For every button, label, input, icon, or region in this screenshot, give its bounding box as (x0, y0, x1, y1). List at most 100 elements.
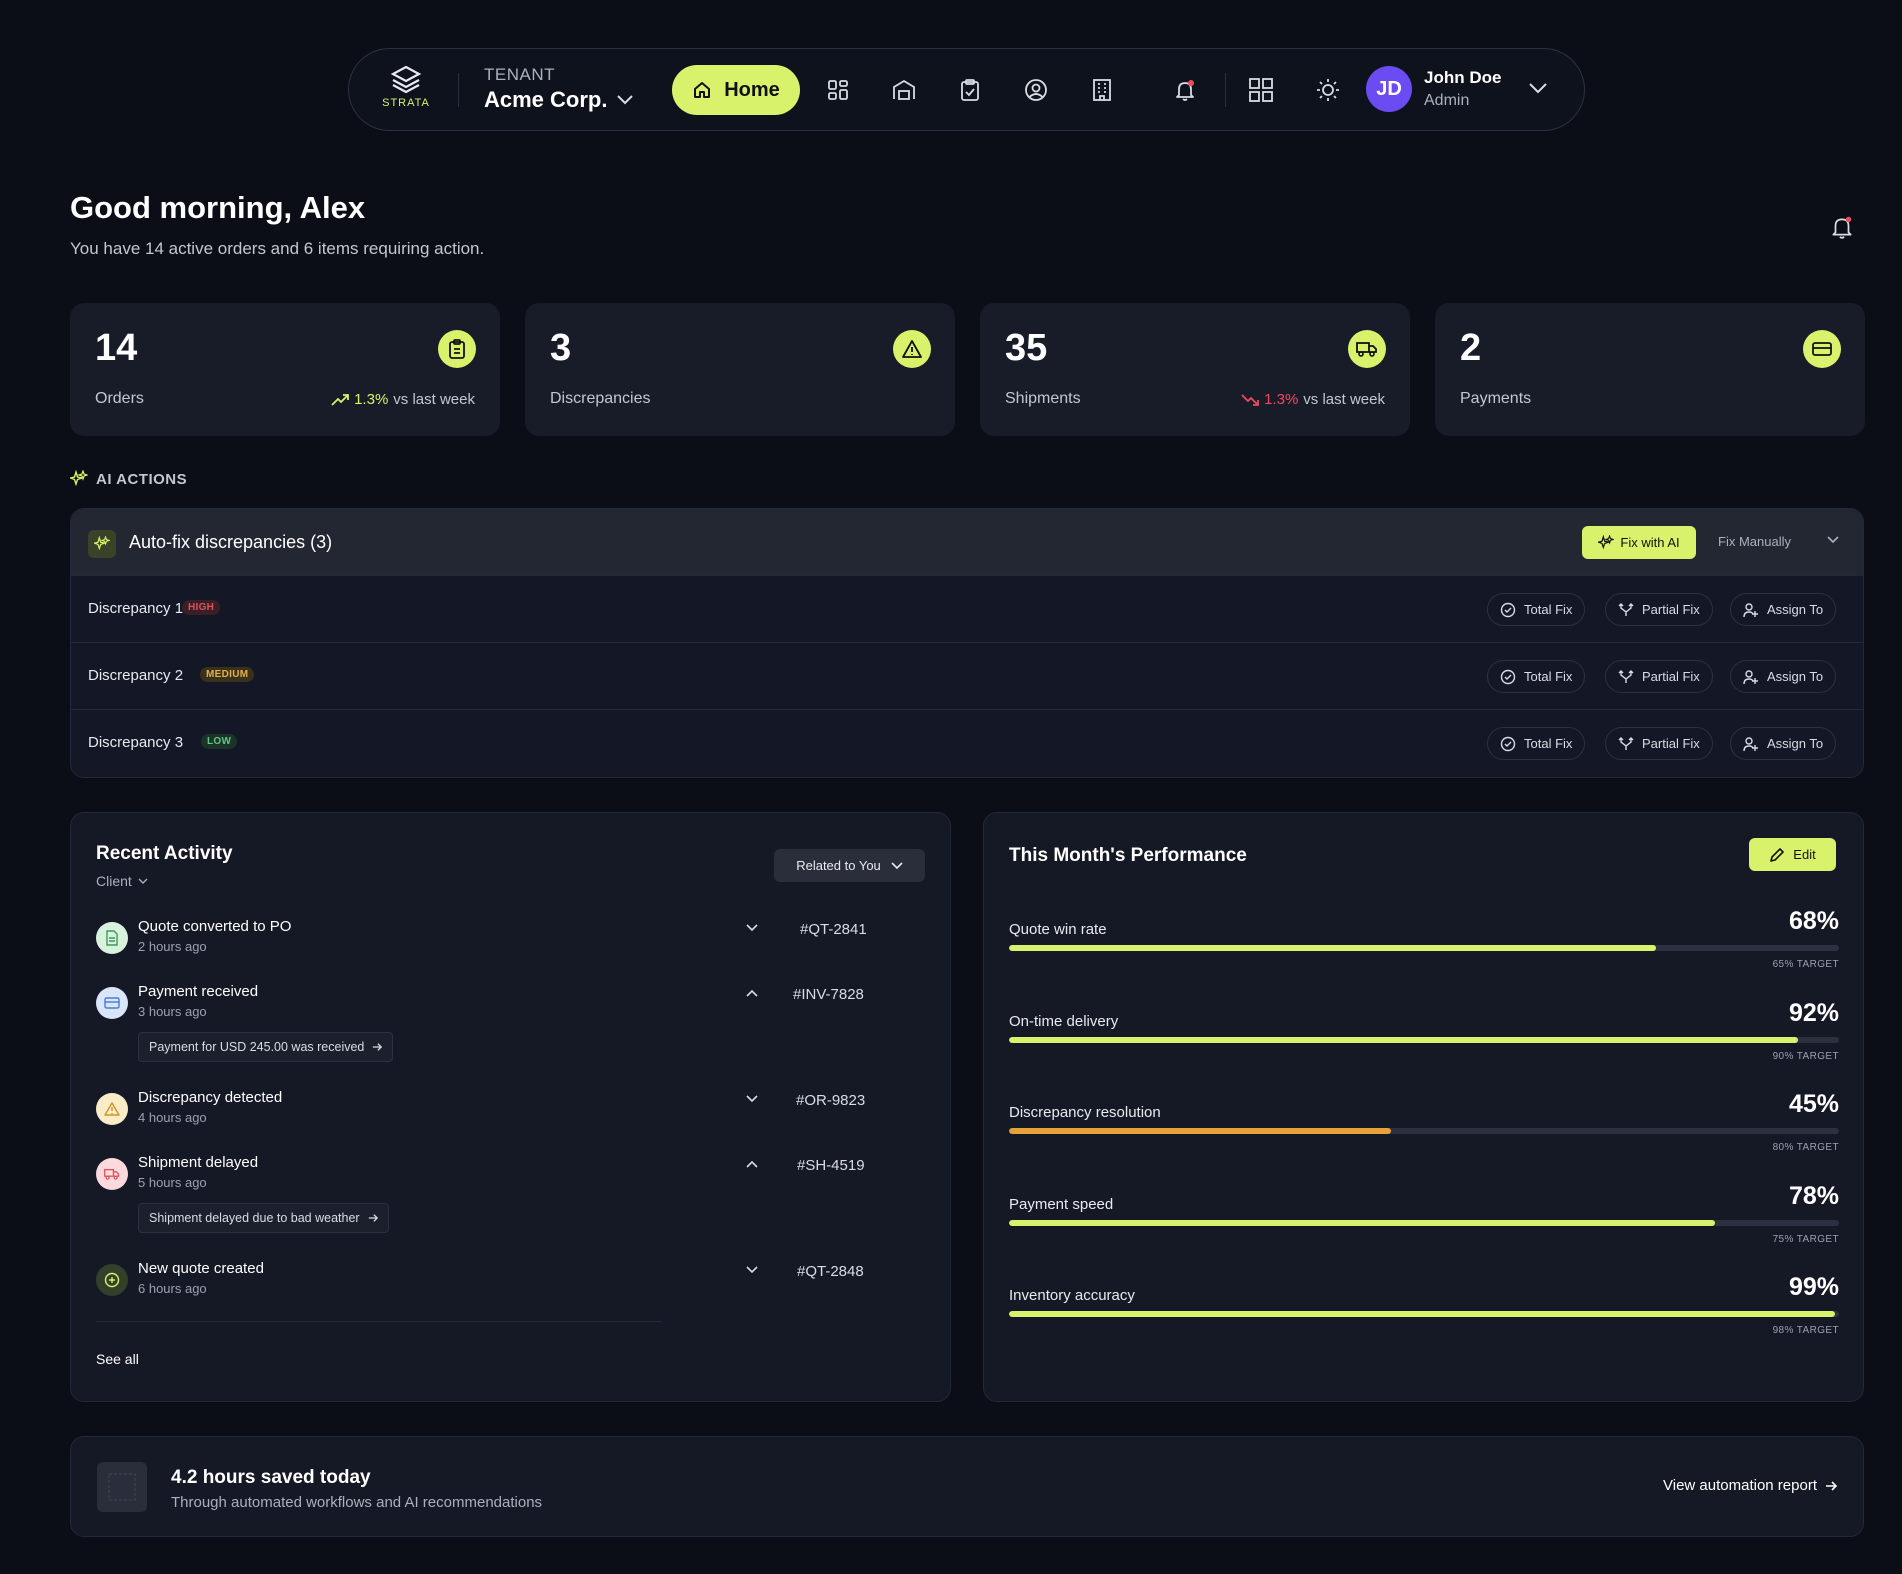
chevron-down-icon (891, 861, 903, 869)
assign-to-button[interactable]: Assign To (1730, 660, 1837, 693)
chevron-up-icon[interactable] (746, 1160, 758, 1168)
chevron-down-icon[interactable] (1827, 536, 1839, 544)
sun-icon[interactable] (1311, 73, 1345, 107)
see-all-link[interactable]: See all (96, 1351, 139, 1367)
bell-icon[interactable] (1168, 73, 1202, 107)
performance-metric: On-time delivery 92% 90% TARGET (1009, 995, 1839, 1075)
trend-down-icon (1241, 393, 1259, 406)
trend-suffix: vs last week (393, 391, 475, 408)
activity-reference[interactable]: #SH-4519 (797, 1157, 865, 1174)
nav-divider (458, 73, 459, 107)
activity-item[interactable]: New quote created 6 hours ago #QT-2848 (96, 1260, 926, 1300)
strata-logo-icon (390, 65, 422, 94)
activity-note[interactable]: Shipment delayed due to bad weather (138, 1203, 389, 1233)
activity-item[interactable]: Quote converted to PO 2 hours ago #QT-28… (96, 918, 926, 958)
metric-progress-track (1009, 1036, 1839, 1043)
activity-item[interactable]: Payment received 3 hours ago #INV-7828 P… (96, 983, 926, 1065)
discrepancy-name: Discrepancy 2 (88, 667, 184, 684)
activity-reference[interactable]: #QT-2841 (800, 921, 867, 938)
apps-grid-icon[interactable] (1244, 73, 1278, 107)
metric-target: 80% TARGET (1772, 1142, 1839, 1153)
building-icon[interactable] (1085, 73, 1119, 107)
activity-note[interactable]: Payment for USD 245.00 was received (138, 1032, 394, 1062)
user-name: John Doe (1424, 68, 1502, 87)
metric-target: 75% TARGET (1772, 1233, 1839, 1245)
partial-fix-button[interactable]: Partial Fix (1605, 593, 1713, 626)
metric-progress-track (1009, 1219, 1839, 1226)
user-plus-icon (1743, 602, 1758, 617)
recent-activity-card: Recent Activity Client Related to You Qu… (70, 812, 951, 1402)
arrow-right-icon (1826, 1480, 1837, 1491)
stat-card-shipments[interactable]: 35 Shipments 1.3% vs last week (980, 303, 1410, 436)
recent-activity-title: Recent Activity (96, 843, 233, 864)
partial-fix-button[interactable]: Partial Fix (1605, 660, 1713, 693)
user-circle-icon[interactable] (1019, 73, 1053, 107)
chevron-down-icon[interactable] (746, 1266, 758, 1274)
sparkle-icon (70, 470, 88, 487)
strata-logo[interactable]: STRATA (379, 65, 433, 109)
warning-icon (96, 1093, 128, 1125)
total-fix-button[interactable]: Total Fix (1487, 593, 1586, 626)
metric-progress-track (1009, 945, 1839, 951)
chevron-down-icon[interactable] (1521, 71, 1555, 105)
assign-to-button[interactable]: Assign To (1730, 727, 1837, 760)
check-circle-icon (1500, 736, 1516, 751)
activity-item[interactable]: Discrepancy detected 4 hours ago #OR-982… (96, 1089, 926, 1129)
activity-reference[interactable]: #QT-2848 (797, 1263, 864, 1280)
stat-card-payments[interactable]: 2 Payments (1435, 303, 1865, 436)
user-plus-icon (1743, 736, 1758, 751)
notification-bell-icon[interactable] (1829, 214, 1855, 240)
activity-reference[interactable]: #OR-9823 (796, 1092, 865, 1109)
clipboard-check-icon[interactable] (953, 73, 987, 107)
severity-badge: LOW (201, 734, 238, 749)
metric-target: 90% TARGET (1772, 1050, 1839, 1062)
performance-card: This Month's Performance Edit Quote win … (983, 812, 1864, 1402)
ai-actions-panel: Auto-fix discrepancies (3) Fix with AI F… (70, 508, 1864, 778)
tenant-name: Acme Corp. (484, 87, 608, 112)
edit-button[interactable]: Edit (1749, 838, 1836, 871)
activity-time: 5 hours ago (138, 1175, 207, 1190)
total-fix-button[interactable]: Total Fix (1487, 727, 1586, 760)
page-subtitle: You have 14 active orders and 6 items re… (70, 239, 485, 258)
card-icon (1803, 330, 1841, 368)
view-automation-report-link[interactable]: View automation report (1663, 1477, 1837, 1494)
performance-title: This Month's Performance (1009, 845, 1247, 866)
chevron-down-icon[interactable] (746, 1095, 758, 1103)
severity-badge: HIGH (182, 600, 221, 615)
client-filter[interactable]: Client (96, 873, 148, 889)
grid-layout-icon[interactable] (821, 73, 855, 107)
metric-label: Quote win rate (1009, 921, 1107, 938)
client-filter-label: Client (96, 873, 132, 889)
total-fix-button[interactable]: Total Fix (1487, 660, 1586, 693)
warehouse-icon[interactable] (887, 73, 921, 107)
partial-fix-button[interactable]: Partial Fix (1605, 727, 1713, 760)
tenant-label: TENANT (484, 65, 555, 84)
fix-with-ai-button[interactable]: Fix with AI (1582, 526, 1696, 559)
stat-label: Payments (1460, 390, 1532, 407)
assign-to-button[interactable]: Assign To (1730, 593, 1837, 626)
activity-reference[interactable]: #INV-7828 (793, 986, 864, 1003)
truck-icon (96, 1158, 128, 1190)
severity-badge: MEDIUM (200, 667, 255, 682)
automation-summary: 4.2 hours saved today Through automated … (70, 1436, 1864, 1537)
related-to-you-dropdown[interactable]: Related to You (774, 849, 925, 882)
chevron-down-icon[interactable] (746, 924, 758, 932)
chevron-up-icon[interactable] (746, 989, 758, 997)
stat-card-orders[interactable]: 14 Orders 1.3% vs last week (70, 303, 500, 436)
activity-item[interactable]: Shipment delayed 5 hours ago #SH-4519 Sh… (96, 1154, 926, 1236)
total-fix-label: Total Fix (1524, 602, 1573, 617)
nav-home-button[interactable]: Home (672, 65, 800, 115)
stat-label: Discrepancies (550, 390, 651, 407)
partial-fix-label: Partial Fix (1642, 736, 1700, 751)
activity-title: Payment received (138, 983, 259, 1000)
top-nav: STRATA TENANT Acme Corp. Home JD John Do… (348, 48, 1585, 131)
activity-note-text: Shipment delayed due to bad weather (149, 1211, 360, 1225)
avatar[interactable]: JD (1366, 66, 1412, 112)
stat-card-discrepancies[interactable]: 3 Discrepancies (525, 303, 955, 436)
stat-value: 35 (1005, 327, 1048, 369)
metric-progress-fill (1009, 1036, 1798, 1043)
tenant-switcher[interactable]: TENANT Acme Corp. (484, 65, 634, 113)
fix-manually-button[interactable]: Fix Manually (1718, 534, 1791, 549)
metric-target: 98% TARGET (1772, 1325, 1839, 1336)
total-fix-label: Total Fix (1524, 736, 1573, 751)
